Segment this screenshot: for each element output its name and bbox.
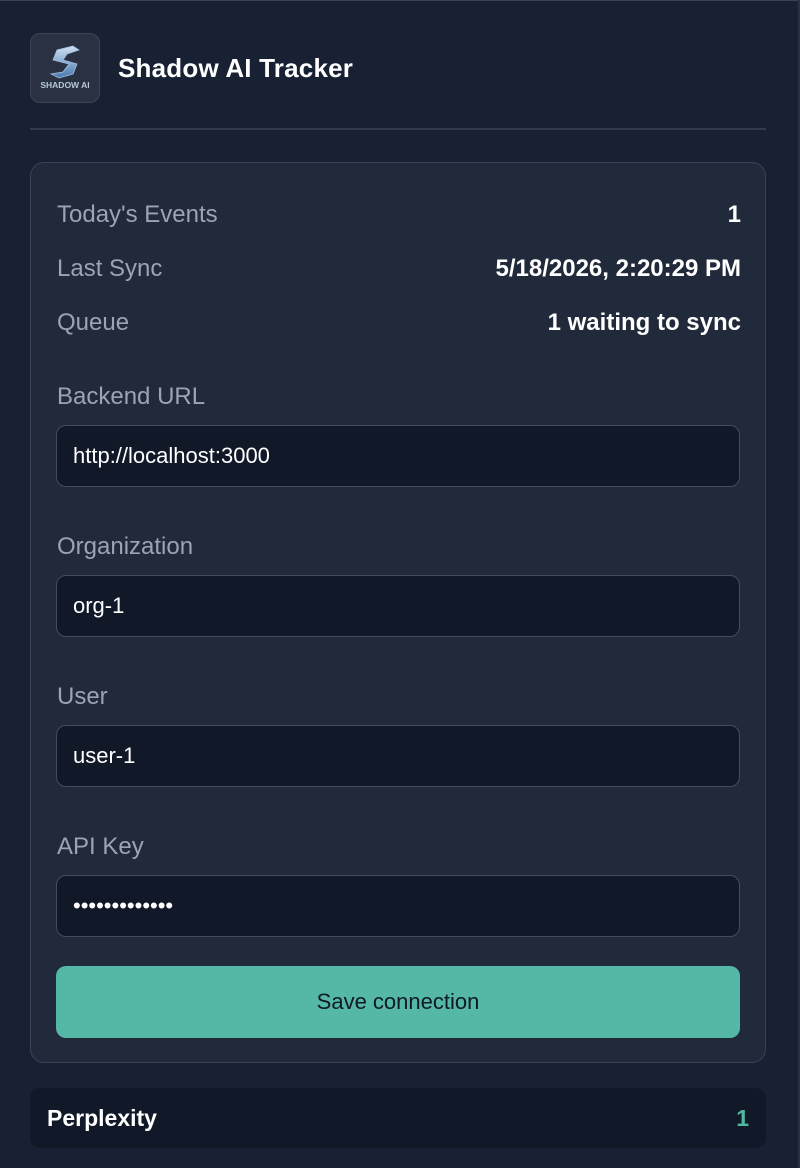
organization-label: Organization bbox=[57, 533, 194, 560]
app-title: Shadow AI Tracker bbox=[118, 52, 354, 83]
connection-card: Today's Events 1 Last Sync 5/18/2026, 2:… bbox=[30, 162, 766, 1063]
stat-value: 5/18/2026, 2:20:29 PM bbox=[495, 255, 742, 282]
organization-input[interactable] bbox=[56, 575, 740, 637]
header: SHADOW AI Shadow AI Tracker bbox=[30, 32, 766, 104]
stat-row-last-sync: Last Sync 5/18/2026, 2:20:29 PM bbox=[57, 255, 741, 283]
backend-url-input[interactable] bbox=[56, 425, 740, 487]
user-label: User bbox=[57, 683, 108, 710]
api-key-label: API Key bbox=[57, 833, 144, 860]
stat-row-queue: Queue 1 waiting to sync bbox=[57, 309, 741, 337]
tool-row-perplexity[interactable]: Perplexity 1 bbox=[30, 1088, 766, 1148]
window-top-edge bbox=[0, 0, 800, 1]
save-connection-button[interactable]: Save connection bbox=[56, 966, 740, 1038]
stat-label: Queue bbox=[57, 309, 130, 336]
stat-value: 1 waiting to sync bbox=[547, 309, 741, 336]
user-input[interactable] bbox=[56, 725, 740, 787]
tool-name: Perplexity bbox=[47, 1104, 157, 1131]
stat-label: Today's Events bbox=[57, 201, 218, 228]
stat-value: 1 bbox=[727, 201, 741, 228]
api-key-input[interactable] bbox=[56, 875, 740, 937]
stat-row-todays-events: Today's Events 1 bbox=[57, 201, 741, 229]
header-divider bbox=[30, 128, 766, 130]
tool-event-count: 1 bbox=[736, 1104, 749, 1131]
stat-label: Last Sync bbox=[57, 255, 163, 282]
shadow-ai-logo-icon: SHADOW AI bbox=[30, 33, 100, 103]
logo-text: SHADOW AI bbox=[40, 80, 89, 90]
backend-url-label: Backend URL bbox=[57, 383, 206, 410]
